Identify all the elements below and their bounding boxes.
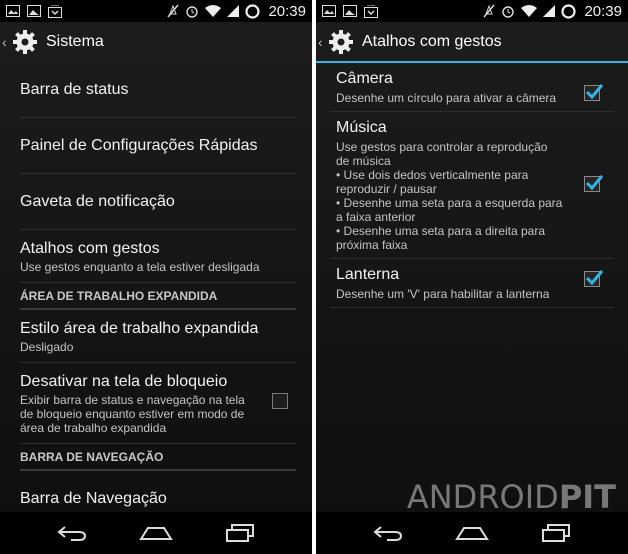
home-icon[interactable]: [450, 518, 494, 548]
gallery-icon: [322, 5, 336, 17]
signal-icon: [543, 4, 556, 18]
pref-summary: Desenhe um círculo para ativar a câmera: [336, 91, 557, 105]
home-icon[interactable]: [134, 518, 178, 548]
settings-list: Barra de status Painel de Configurações …: [0, 62, 312, 512]
pref-title: Câmera: [336, 70, 393, 87]
pref-summary: Use gestos para controlar a reprodução d…: [336, 140, 563, 252]
pref-title: Música: [336, 119, 387, 136]
gesture-list: Câmera Desenhe um círculo para ativar a …: [316, 63, 628, 512]
action-bar: ‹ Atalhos com gestos: [316, 22, 628, 63]
clock: 20:39: [268, 2, 306, 20]
recents-icon[interactable]: [534, 518, 578, 548]
music-checkbox[interactable]: [584, 175, 604, 192]
action-bar: ‹ Sistema: [0, 22, 312, 62]
pref-title: Atalhos com gestos: [20, 240, 160, 257]
status-bar: 20:39: [0, 0, 312, 22]
pref-title: Desativar na tela de bloqueio: [20, 373, 228, 390]
pref-title: Barra de Navegação: [20, 490, 167, 507]
mute-icon: [483, 4, 495, 18]
pref-summary: Desenhe um 'V' para habilitar a lanterna: [336, 287, 550, 301]
watermark-pit: PIT: [558, 478, 616, 516]
pref-notification-drawer[interactable]: Gaveta de notificação: [20, 174, 296, 230]
nav-bar: [0, 512, 312, 554]
clock: 20:39: [584, 2, 622, 20]
pref-disable-lockscreen[interactable]: Desativar na tela de bloqueio Exibir bar…: [20, 363, 296, 444]
camera-checkbox[interactable]: [584, 84, 604, 101]
image-icon: [343, 5, 357, 17]
pref-title: Lanterna: [336, 266, 400, 283]
signal-icon: [227, 4, 240, 18]
download-box-icon: [48, 4, 62, 18]
image-icon: [27, 5, 41, 17]
pref-music-gesture[interactable]: Música Use gestos para controlar a repro…: [330, 112, 614, 259]
pref-status-bar[interactable]: Barra de status: [20, 62, 296, 118]
pref-summary: Use gestos enquanto a tela estiver desli…: [20, 260, 260, 274]
download-box-icon: [364, 4, 378, 18]
back-icon[interactable]: [50, 518, 94, 548]
pref-quick-settings[interactable]: Painel de Configurações Rápidas: [20, 118, 296, 174]
up-chevron-icon[interactable]: ‹: [318, 34, 326, 50]
battery-icon: [245, 3, 261, 19]
androidpit-watermark: ANDROIDPIT: [407, 478, 616, 516]
section-header-expanded: ÁREA DE TRABALHO EXPANDIDA: [20, 283, 296, 310]
pref-title: Barra de status: [20, 80, 129, 98]
right-screen: 20:39 ‹ Atalhos com gestos Câmera Desenh…: [316, 0, 628, 554]
up-chevron-icon[interactable]: ‹: [2, 34, 10, 50]
left-screen: 20:39 ‹ Sistema Barra de status Painel d…: [0, 0, 312, 554]
pref-title: Painel de Configurações Rápidas: [20, 136, 258, 154]
recents-icon[interactable]: [218, 518, 262, 548]
wifi-icon: [521, 4, 538, 18]
battery-icon: [561, 3, 577, 19]
section-header-navigation: BARRA DE NAVEGAÇÃO: [20, 444, 296, 471]
alarm-icon: [501, 4, 515, 18]
gear-icon[interactable]: [12, 29, 38, 55]
pref-gesture-shortcuts[interactable]: Atalhos com gestos Use gestos enquanto a…: [20, 230, 296, 283]
pref-camera-gesture[interactable]: Câmera Desenhe um círculo para ativar a …: [330, 63, 614, 112]
wifi-icon: [205, 4, 222, 18]
pref-title: Gaveta de notificação: [20, 192, 175, 210]
page-title: Atalhos com gestos: [362, 32, 502, 50]
pref-summary: Exibir barra de status e navegação na te…: [20, 393, 245, 435]
flashlight-checkbox[interactable]: [584, 270, 604, 287]
nav-bar: [316, 512, 628, 554]
pref-navigation-bar[interactable]: Barra de Navegação: [20, 471, 296, 512]
pref-title: Estilo área de trabalho expandida: [20, 320, 259, 337]
back-icon[interactable]: [366, 518, 410, 548]
pref-expanded-style[interactable]: Estilo área de trabalho expandida Deslig…: [20, 310, 296, 363]
watermark-android: ANDROID: [406, 478, 559, 516]
alarm-icon: [185, 4, 199, 18]
status-bar: 20:39: [316, 0, 628, 22]
gallery-icon: [6, 5, 20, 17]
pref-flashlight-gesture[interactable]: Lanterna Desenhe um 'V' para habilitar a…: [330, 259, 614, 308]
lockscreen-checkbox[interactable]: [272, 393, 288, 409]
page-title: Sistema: [46, 33, 104, 50]
gear-icon[interactable]: [328, 29, 354, 55]
pref-summary: Desligado: [20, 340, 74, 354]
mute-icon: [167, 4, 179, 18]
